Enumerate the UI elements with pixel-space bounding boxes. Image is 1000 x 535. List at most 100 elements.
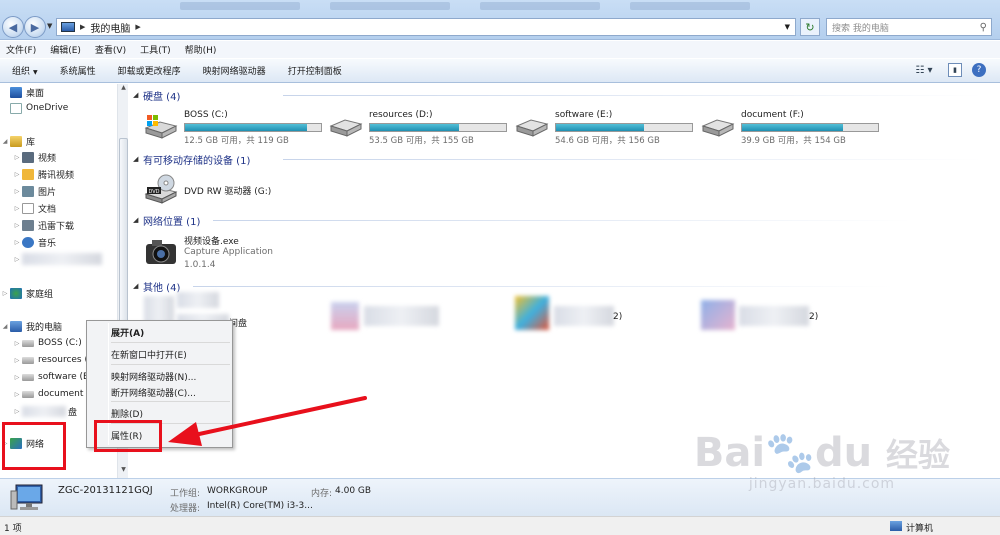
nav-tencent-video[interactable]: ▷ 腾讯视频	[12, 166, 74, 182]
recent-pages-dropdown[interactable]: ▼	[47, 22, 55, 32]
expand-arrow-icon[interactable]: ▷	[0, 290, 10, 297]
expand-arrow-icon[interactable]: ▷	[12, 408, 22, 415]
cpu-label: 处理器:	[170, 504, 201, 514]
expand-arrow-icon[interactable]: ▷	[12, 357, 22, 364]
collapse-icon[interactable]: ◢	[133, 282, 143, 290]
expand-arrow-icon[interactable]: ▷	[12, 239, 22, 246]
menu-item-expand[interactable]: 展开(A)	[111, 326, 144, 339]
nav-videos[interactable]: ▷ 视频	[12, 149, 56, 165]
menu-edit[interactable]: 编辑(E)	[50, 43, 81, 56]
map-network-drive-button[interactable]: 映射网络驱动器	[203, 64, 266, 77]
menu-item-map-network-drive[interactable]: 映射网络驱动器(N)...	[111, 370, 196, 383]
item-count: 1 项	[4, 524, 22, 534]
homegroup-icon	[10, 287, 22, 299]
item-version: 1.0.1.4	[184, 260, 216, 270]
usage-fill	[556, 124, 645, 131]
group-divider	[213, 220, 913, 221]
address-bar[interactable]: ▶ 我的电脑 ▶ ▼	[56, 18, 796, 36]
refresh-button[interactable]: ↻	[800, 18, 820, 36]
nav-label: 文档	[38, 204, 57, 215]
nav-label: BOSS (C:)	[38, 338, 82, 348]
nav-music[interactable]: ▷ 音乐	[12, 234, 56, 250]
forward-arrow-icon: ▶	[30, 20, 40, 34]
camera-icon	[146, 240, 176, 264]
back-arrow-icon: ◀	[8, 20, 18, 34]
system-properties-button[interactable]: 系统属性	[60, 64, 96, 77]
nav-drive-c[interactable]: ▷ BOSS (C:)	[12, 335, 82, 351]
nav-drive-blurred[interactable]: ▷ 盘	[12, 403, 77, 419]
drive-d[interactable]: resources (D:) 53.5 GB 可用，共 155 GB	[329, 110, 509, 150]
expand-arrow-icon[interactable]: ▷	[12, 222, 22, 229]
blurred-label	[739, 306, 809, 326]
expand-arrow-icon[interactable]: ▷	[12, 256, 22, 263]
help-button[interactable]: ?	[972, 63, 986, 77]
drive-c[interactable]: BOSS (C:) 12.5 GB 可用，共 119 GB	[144, 110, 324, 150]
drive-e[interactable]: software (E:) 54.6 GB 可用，共 156 GB	[515, 110, 695, 150]
nav-desktop[interactable]: 桌面	[10, 84, 44, 100]
breadcrumb-computer[interactable]: 我的电脑	[90, 20, 130, 35]
scroll-up-icon[interactable]: ▲	[118, 84, 129, 96]
nav-label: 迅雷下载	[38, 221, 75, 232]
scroll-down-icon[interactable]: ▼	[118, 466, 129, 478]
menu-item-open-new-window[interactable]: 在新窗口中打开(E)	[111, 348, 187, 361]
group-header-network-location[interactable]: ◢ 网络位置 (1)	[133, 213, 913, 228]
expand-arrow-icon[interactable]: ▷	[12, 391, 22, 398]
expand-arrow-icon[interactable]: ▷	[12, 374, 22, 381]
collapse-icon[interactable]: ◢	[133, 91, 143, 99]
onedrive-icon	[10, 102, 22, 114]
expand-arrow-icon[interactable]: ▷	[12, 188, 22, 195]
menu-item-delete[interactable]: 删除(D)	[111, 407, 143, 420]
nav-label: 家庭组	[26, 289, 54, 300]
address-dropdown-icon[interactable]: ▼	[785, 23, 790, 31]
expand-arrow-icon[interactable]: ▷	[12, 205, 22, 212]
highlight-properties-box	[94, 420, 162, 452]
menu-view[interactable]: 查看(V)	[95, 43, 126, 56]
item-name-fragment: 2)	[613, 312, 623, 322]
organize-button[interactable]: 组织 ▼	[12, 64, 38, 77]
nav-computer[interactable]: ◢ 我的电脑	[0, 318, 62, 334]
search-input[interactable]: 搜索 我的电脑 ⚲	[826, 18, 992, 36]
nav-drive-e[interactable]: ▷ software (E	[12, 369, 89, 385]
group-header-hdd[interactable]: ◢ 硬盘 (4)	[133, 88, 983, 103]
view-options-button[interactable]: ☷ ▾	[910, 63, 938, 77]
uninstall-program-button[interactable]: 卸载或更改程序	[118, 64, 181, 77]
expand-arrow-icon[interactable]: ▷	[12, 154, 22, 161]
nav-drive-f[interactable]: ▷ document (	[12, 386, 90, 402]
nav-homegroup[interactable]: ▷ 家庭组	[0, 285, 53, 301]
nav-drive-d[interactable]: ▷ resources (	[12, 352, 88, 368]
expanded-arrow-icon[interactable]: ◢	[0, 138, 10, 145]
nav-thunder-downloads[interactable]: ▷ 迅雷下载	[12, 217, 74, 233]
drive-space-info: 54.6 GB 可用，共 156 GB	[555, 136, 660, 146]
nav-onedrive[interactable]: OneDrive	[10, 100, 68, 116]
nav-library[interactable]: ◢ 库	[0, 133, 35, 149]
menu-tools[interactable]: 工具(T)	[140, 43, 171, 56]
drive-dvd[interactable]: DVD DVD RW 驱动器 (G:)	[144, 174, 324, 214]
drive-usage-bar	[555, 123, 693, 132]
menu-help[interactable]: 帮助(H)	[185, 43, 217, 56]
expand-arrow-icon[interactable]: ▷	[12, 340, 22, 347]
menu-file[interactable]: 文件(F)	[6, 43, 36, 56]
highlight-network-box	[2, 422, 66, 470]
collapse-icon[interactable]: ◢	[133, 216, 143, 224]
blurred-icon	[701, 300, 735, 330]
drive-f[interactable]: document (F:) 39.9 GB 可用，共 154 GB	[701, 110, 881, 150]
nav-blurred-item[interactable]: ▷	[12, 251, 102, 267]
breadcrumb-arrow-icon[interactable]: ▶	[135, 23, 140, 31]
drive-usage-bar	[369, 123, 507, 132]
usage-fill	[185, 124, 307, 131]
preview-pane-button[interactable]: ▮	[948, 63, 962, 77]
forward-button[interactable]: ▶	[24, 16, 46, 38]
blurred-label	[177, 292, 219, 308]
search-icon[interactable]: ⚲	[980, 22, 987, 33]
expand-arrow-icon[interactable]: ▷	[12, 171, 22, 178]
expanded-arrow-icon[interactable]: ◢	[0, 323, 10, 330]
nav-documents[interactable]: ▷ 文档	[12, 200, 56, 216]
back-button[interactable]: ◀	[2, 16, 24, 38]
collapse-icon[interactable]: ◢	[133, 155, 143, 163]
nav-label: 音乐	[38, 238, 57, 249]
group-header-removable[interactable]: ◢ 有可移动存储的设备 (1)	[133, 152, 983, 167]
nav-pictures[interactable]: ▷ 图片	[12, 183, 56, 199]
open-control-panel-button[interactable]: 打开控制面板	[288, 64, 342, 77]
group-header-other[interactable]: ◢ 其他 (4)	[133, 279, 893, 294]
network-item-video-device[interactable]: 视频设备.exe Capture Application 1.0.1.4	[144, 234, 344, 274]
